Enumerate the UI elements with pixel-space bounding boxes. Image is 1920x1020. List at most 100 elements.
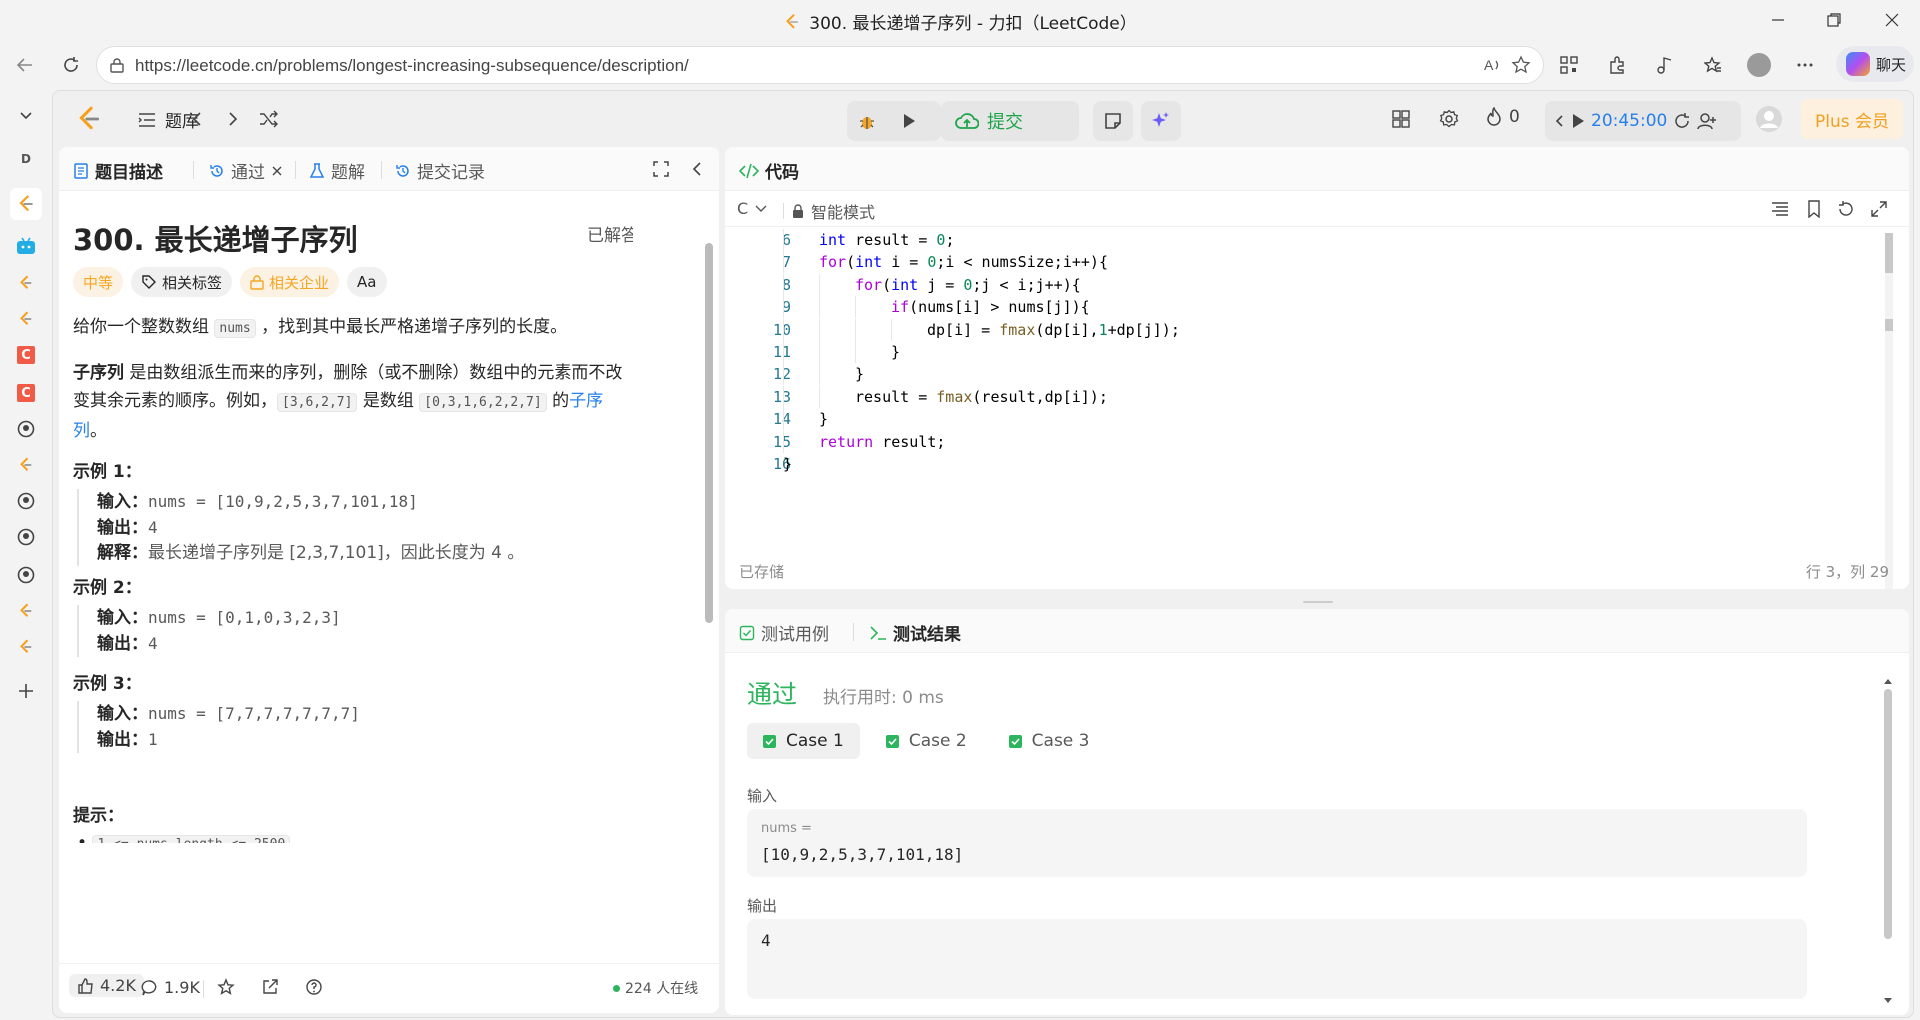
url-text[interactable]: https://leetcode.cn/problems/longest-inc… — [135, 56, 689, 76]
layout-icon[interactable] — [1389, 107, 1413, 131]
back-button[interactable] — [12, 52, 38, 78]
tab-passed[interactable]: 通过 — [209, 158, 283, 183]
new-tab-icon[interactable] — [13, 678, 39, 704]
collapse-panel-icon[interactable] — [691, 161, 703, 177]
tab-c-icon[interactable]: C — [13, 342, 39, 368]
case-tab-3[interactable]: Case 3 — [993, 723, 1106, 759]
tab-test-results[interactable]: 测试结果 — [869, 620, 961, 645]
add-friend-icon[interactable] — [1697, 112, 1717, 130]
timer-play-icon[interactable] — [1571, 113, 1585, 129]
media-icon[interactable] — [1652, 52, 1678, 78]
tab-leetcode-icon[interactable] — [13, 452, 39, 478]
collapse-timer-icon[interactable] — [1553, 114, 1565, 128]
help-button[interactable] — [305, 978, 323, 996]
code-line[interactable]: 11} — [725, 341, 1875, 363]
description-scrollbar[interactable] — [705, 243, 713, 623]
reset-code-icon[interactable] — [1837, 200, 1855, 218]
panel-resize-handle[interactable] — [1303, 601, 1333, 603]
tab-test-cases[interactable]: 测试用例 — [739, 620, 829, 645]
case-tab-2[interactable]: Case 2 — [870, 723, 983, 759]
expand-editor-icon[interactable] — [1871, 201, 1887, 217]
prev-problem-button[interactable] — [185, 107, 209, 131]
code-line[interactable]: 14} — [725, 408, 1875, 431]
star-button[interactable] — [217, 978, 235, 996]
tab-github-icon[interactable] — [13, 416, 39, 442]
tab-separator — [853, 623, 854, 641]
tab-c-icon[interactable]: C — [13, 380, 39, 406]
close-window-button[interactable] — [1880, 8, 1904, 32]
code-line[interactable]: 7 for(int i = 0;i < numsSize;i++){ — [725, 251, 1875, 274]
random-problem-button[interactable] — [257, 107, 281, 131]
case-tab-1[interactable]: Case 1 — [747, 723, 860, 759]
tab-leetcode-icon[interactable] — [13, 634, 39, 660]
run-code-button[interactable] — [895, 107, 923, 135]
code-line[interactable]: 12} — [725, 363, 1875, 386]
profile-avatar[interactable] — [1746, 52, 1772, 78]
site-info-icon[interactable] — [109, 57, 125, 73]
refresh-button[interactable] — [58, 52, 84, 78]
font-size-button[interactable]: Aa — [347, 267, 387, 297]
related-tags-button[interactable]: 相关标签 — [131, 267, 233, 297]
code-line[interactable]: 10 dp[i] = fmax(dp[i],1+dp[j]); — [725, 318, 1875, 341]
qr-code-icon[interactable] — [1556, 52, 1582, 78]
tab-leetcode-icon[interactable] — [13, 598, 39, 624]
tab-github-icon[interactable] — [13, 488, 39, 514]
code-line[interactable]: 8 for(int j = 0;j < i;j++){ — [725, 273, 1875, 296]
tab-solution[interactable]: 题解 — [309, 158, 365, 183]
smart-mode-toggle[interactable]: 智能模式 — [791, 199, 875, 223]
related-companies-button[interactable]: 相关企业 — [240, 267, 340, 297]
next-problem-button[interactable] — [221, 107, 245, 131]
submit-button[interactable]: 提交 — [941, 101, 1079, 141]
minimize-button[interactable] — [1766, 8, 1790, 32]
tab-github-icon[interactable] — [13, 524, 39, 550]
extensions-icon[interactable] — [1604, 52, 1630, 78]
user-avatar[interactable] — [1753, 103, 1785, 135]
help-icon — [306, 979, 322, 995]
code-editor[interactable]: 6 int result = 0; 7 for(int i = 0;i < numsS… — [725, 229, 1909, 589]
tab-submissions[interactable]: 提交记录 — [395, 158, 485, 183]
code-line[interactable]: 6 int result = 0; — [725, 229, 1875, 251]
comments-button[interactable]: 1.9K — [141, 978, 200, 997]
tab-bilibili-icon[interactable] — [13, 233, 39, 259]
timer-widget[interactable]: 20:45:00 — [1545, 101, 1741, 141]
favorites-icon[interactable] — [1700, 52, 1726, 78]
read-aloud-icon[interactable]: A — [1483, 55, 1503, 75]
tab-leetcode-active-icon[interactable] — [10, 188, 42, 220]
leetcode-home-icon[interactable] — [75, 105, 103, 133]
tab-leetcode-icon[interactable] — [13, 270, 39, 296]
restore-button[interactable] — [1822, 8, 1846, 32]
favorite-star-icon[interactable] — [1511, 55, 1531, 75]
collapse-tabs-icon[interactable] — [13, 102, 39, 128]
format-code-icon[interactable] — [1771, 201, 1789, 217]
notes-button[interactable] — [1093, 101, 1133, 141]
streak-counter[interactable]: 0 — [1485, 107, 1520, 127]
tab-github-icon[interactable] — [13, 562, 39, 588]
settings-gear-icon[interactable] — [1437, 107, 1461, 131]
tab-leetcode-icon[interactable] — [13, 306, 39, 332]
language-select[interactable]: C — [737, 199, 768, 218]
indent-guide — [783, 251, 784, 274]
code-line[interactable]: 9 if(nums[i] > nums[j]){ — [725, 296, 1875, 319]
bookmark-icon[interactable] — [1807, 200, 1821, 218]
tab-code[interactable]: 代码 — [739, 158, 799, 183]
tab-d-icon[interactable]: D — [13, 146, 39, 172]
copilot-chat-button[interactable]: 聊天 — [1836, 46, 1914, 82]
result-scrollbar[interactable] — [1883, 677, 1893, 1005]
timer-reset-icon[interactable] — [1673, 112, 1691, 130]
plus-membership-button[interactable]: Plus 会员 — [1801, 99, 1903, 139]
ai-assistant-button[interactable] — [1141, 101, 1181, 141]
share-button[interactable] — [261, 978, 279, 996]
editor-scrollbar[interactable] — [1885, 233, 1893, 589]
more-menu-icon[interactable] — [1792, 52, 1818, 78]
close-tab-icon[interactable] — [271, 165, 283, 177]
fullscreen-icon[interactable] — [653, 161, 669, 177]
code-line[interactable]: 16} — [725, 453, 1875, 475]
solved-status: 已解答 — [587, 221, 633, 246]
code-line[interactable]: 13 result = fmax(result,dp[i]); — [725, 385, 1875, 408]
check-icon — [763, 734, 776, 748]
address-bar[interactable]: https://leetcode.cn/problems/longest-inc… — [96, 46, 1544, 84]
like-button[interactable]: 4.2K — [69, 974, 144, 997]
code-line[interactable]: 15 return result; — [725, 430, 1875, 453]
debug-bug-icon[interactable] — [853, 107, 881, 135]
tab-description[interactable]: 题目描述 — [73, 158, 163, 183]
